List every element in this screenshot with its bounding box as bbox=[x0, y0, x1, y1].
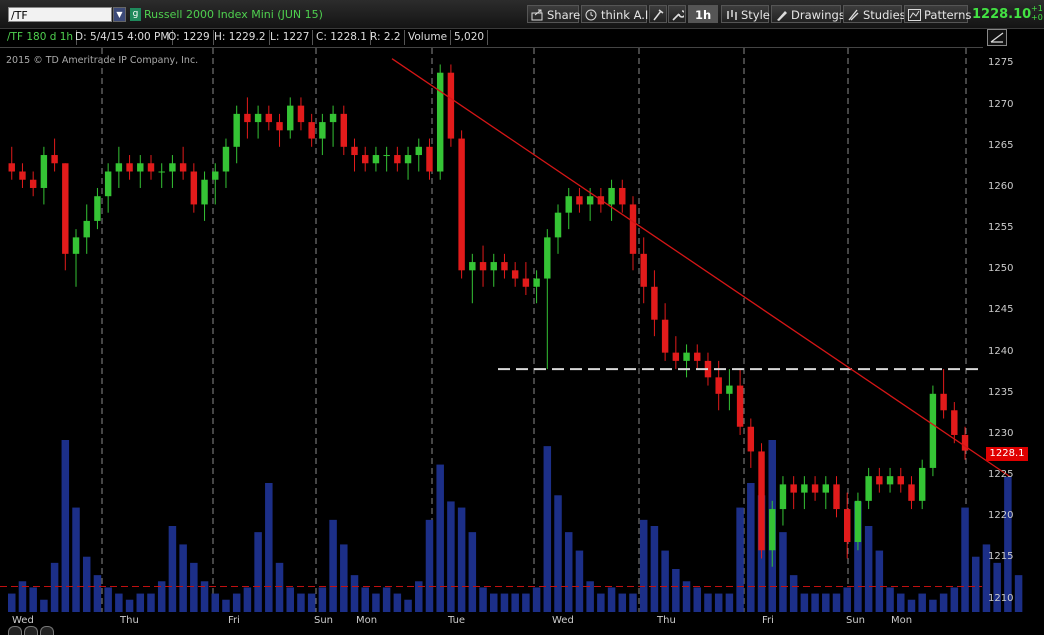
chevron-down-icon: ▼ bbox=[116, 10, 123, 19]
price-tick-label: 1270 bbox=[988, 98, 1014, 110]
info-symbol: /TF 180 d 1h bbox=[4, 30, 78, 45]
share-button[interactable]: Share bbox=[527, 5, 580, 23]
time-tick-label: Fri bbox=[228, 615, 240, 626]
clock-icon bbox=[585, 8, 598, 21]
price-tick-label: 1275 bbox=[988, 57, 1014, 69]
time-tick-label: Sun bbox=[846, 615, 866, 626]
info-date: D: 5/4/15 4:00 PM bbox=[72, 30, 174, 45]
time-tick-label: Wed bbox=[552, 615, 574, 626]
price-tick-label: 1265 bbox=[988, 139, 1014, 151]
drawing-tool-button[interactable] bbox=[649, 5, 667, 23]
time-tick-label: Sun bbox=[314, 615, 334, 626]
flag-pencil-icon bbox=[652, 8, 665, 21]
price-tick-label: 1255 bbox=[988, 222, 1014, 234]
flask-icon bbox=[847, 8, 860, 21]
wrench-button[interactable] bbox=[668, 5, 686, 23]
price-tick-label: 1245 bbox=[988, 304, 1014, 316]
patterns-button[interactable]: Patterns bbox=[904, 5, 971, 23]
pencil-icon bbox=[775, 8, 788, 21]
group-badge[interactable]: g bbox=[130, 8, 141, 21]
price-tick-label: 1230 bbox=[988, 427, 1014, 439]
current-price-tag: 1228.1 bbox=[986, 447, 1028, 461]
style-bars-icon bbox=[725, 8, 738, 20]
wrench-icon bbox=[671, 8, 686, 21]
share-icon bbox=[531, 8, 544, 21]
net-change: +1 +0 bbox=[1031, 4, 1043, 22]
volume-bar bbox=[1014, 575, 1023, 612]
info-open: O: 1229 bbox=[165, 30, 214, 45]
price-tick-label: 1240 bbox=[988, 345, 1014, 357]
price-tick-label: 1260 bbox=[988, 180, 1014, 192]
price-tick-label: 1225 bbox=[988, 469, 1014, 481]
aggregation-period-button[interactable]: 1h bbox=[688, 5, 718, 23]
style-button[interactable]: Style bbox=[721, 5, 770, 23]
chart-panel[interactable] bbox=[0, 47, 983, 613]
time-tick-label: Mon bbox=[891, 615, 913, 626]
copyright-text: 2015 © TD Ameritrade IP Company, Inc. bbox=[6, 55, 199, 66]
price-tick-label: 1220 bbox=[988, 510, 1014, 522]
patterns-icon bbox=[908, 8, 921, 21]
time-tick-label: Thu bbox=[120, 615, 139, 626]
info-volume-label: Volume bbox=[405, 30, 452, 45]
price-tick-label: 1215 bbox=[988, 551, 1014, 563]
last-price: 1228.10 bbox=[972, 7, 1032, 22]
info-close: C: 1228.1 bbox=[313, 30, 371, 45]
time-tick-label: Mon bbox=[356, 615, 378, 626]
time-tick-label: Tue bbox=[448, 615, 466, 626]
chart-toolbar: /TF ▼ g Russell 2000 Index Mini (JUN 15)… bbox=[0, 0, 1044, 29]
time-axis: Wed Thu Fri Sun Mon Tue Wed Thu Fri Sun Mon bbox=[0, 612, 1044, 634]
time-tick-label: Fri bbox=[762, 615, 774, 626]
info-high: H: 1229.2 bbox=[211, 30, 270, 45]
price-tick-label: 1250 bbox=[988, 263, 1014, 275]
expand-chart-button[interactable] bbox=[987, 29, 1007, 46]
price-tick-label: 1235 bbox=[988, 386, 1014, 398]
info-range: R: 2.2 bbox=[367, 30, 405, 45]
price-tick-label: 1210 bbox=[988, 592, 1014, 604]
think-ai-button[interactable]: think A.I. bbox=[581, 5, 652, 23]
volume-bar bbox=[993, 562, 1001, 612]
symbol-description: Russell 2000 Index Mini (JUN 15) bbox=[144, 8, 323, 21]
info-low: L: 1227 bbox=[267, 30, 314, 45]
symbol-dropdown-button[interactable]: ▼ bbox=[113, 7, 126, 22]
symbol-input[interactable]: /TF bbox=[8, 7, 112, 22]
studies-button[interactable]: Studies bbox=[843, 5, 906, 23]
time-tick-label: Wed bbox=[12, 615, 34, 626]
expand-icon bbox=[990, 32, 1004, 43]
drawings-button[interactable]: Drawings bbox=[771, 5, 845, 23]
info-volume-value: 5,020 bbox=[451, 30, 489, 45]
time-tick-label: Thu bbox=[657, 615, 676, 626]
